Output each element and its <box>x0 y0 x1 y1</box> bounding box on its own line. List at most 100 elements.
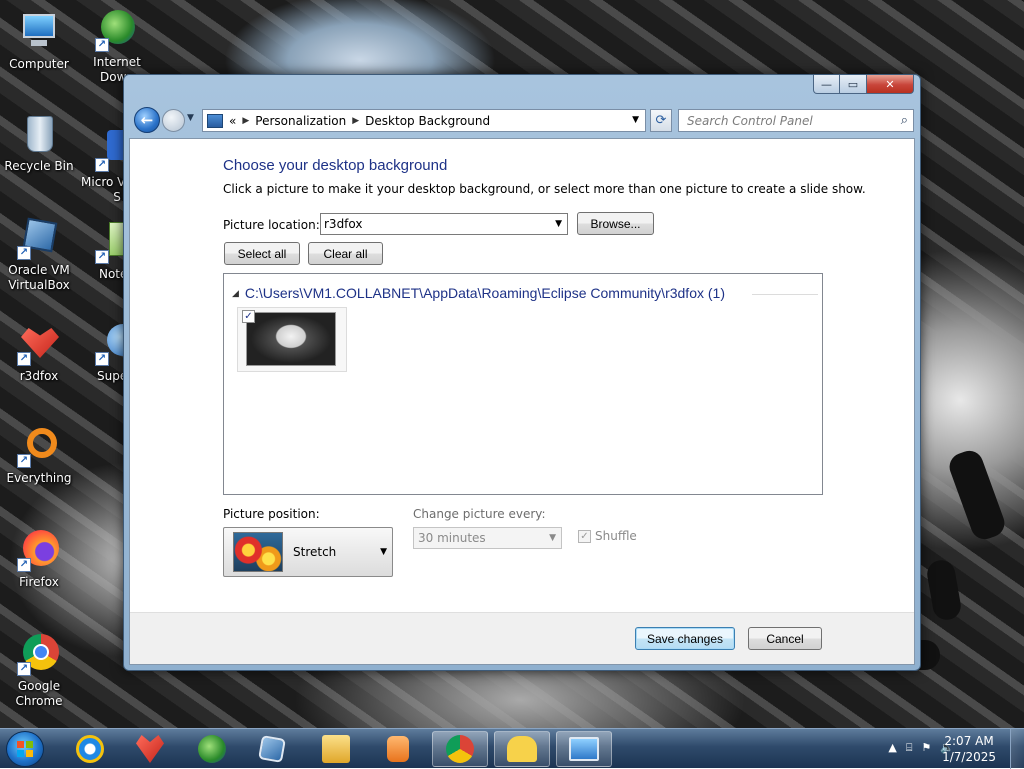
virtualbox-icon: ↗ <box>17 216 61 260</box>
shortcut-arrow-icon: ↗ <box>17 352 31 366</box>
control-panel-icon <box>569 737 599 761</box>
minimize-button[interactable]: — <box>813 75 840 94</box>
network-icon[interactable]: ⌸ <box>906 741 913 755</box>
change-picture-label: Change picture every: <box>413 507 546 521</box>
shortcut-arrow-icon: ↗ <box>95 352 109 366</box>
internet-explorer-icon <box>76 735 104 763</box>
shortcut-arrow-icon: ↗ <box>17 662 31 676</box>
r3dfox-icon: ↗ <box>17 322 61 366</box>
shortcut-arrow-icon: ↗ <box>17 246 31 260</box>
tray-expand-icon[interactable]: ▲ <box>888 741 896 755</box>
cancel-button[interactable]: Cancel <box>748 627 822 650</box>
desktop-icon-r3dfox[interactable]: ↗ r3dfox <box>0 322 78 384</box>
taskbar-media-player[interactable] <box>370 731 426 767</box>
picture-group-path: C:\Users\VM1.COLLABNET\AppData\Roaming\E… <box>244 285 725 301</box>
change-interval-select[interactable]: 30 minutes ▼ <box>413 527 562 549</box>
computer-icon <box>17 10 61 54</box>
shuffle-label: Shuffle <box>595 529 637 543</box>
taskbar-clock[interactable]: 2:07 AM 1/7/2025 <box>942 733 996 765</box>
taskbar-file-explorer[interactable] <box>308 731 364 767</box>
close-button[interactable]: ✕ <box>867 75 914 94</box>
picture-location-value: r3dfox <box>324 217 363 231</box>
shortcut-arrow-icon: ↗ <box>95 158 109 172</box>
picture-position-value: Stretch <box>293 545 337 559</box>
breadcrumb-personalization[interactable]: Personalization <box>255 114 346 128</box>
wallpaper-stroke <box>925 558 963 622</box>
save-changes-button[interactable]: Save changes <box>635 627 735 650</box>
taskbar-chrome[interactable] <box>432 731 488 767</box>
file-explorer-icon <box>322 735 350 763</box>
address-history-dropdown[interactable]: ▼ <box>632 115 639 125</box>
search-icon[interactable]: ⌕ <box>901 113 908 128</box>
desktop-icon-chrome[interactable]: ↗ Google Chrome <box>0 632 78 709</box>
taskbar-internet-download-manager[interactable] <box>184 731 240 767</box>
collapse-chevron-icon[interactable]: ◢ <box>232 288 239 299</box>
picture-position-label: Picture position: <box>223 507 320 521</box>
change-interval-value: 30 minutes <box>418 531 486 545</box>
back-button[interactable]: ← <box>134 107 160 133</box>
chrome-icon <box>446 735 474 763</box>
refresh-button[interactable]: ⟳ <box>650 109 672 132</box>
browse-button[interactable]: Browse... <box>577 212 654 235</box>
internet-download-manager-icon <box>198 735 226 763</box>
media-player-icon <box>387 736 409 762</box>
desktop-icon-recycle-bin[interactable]: Recycle Bin <box>0 112 78 174</box>
taskbar-internet-explorer[interactable] <box>62 731 118 767</box>
address-bar[interactable]: « ▶ Personalization ▶ Desktop Background… <box>202 109 646 132</box>
arrow-left-icon: ← <box>140 111 154 129</box>
chevron-right-icon[interactable]: ▶ <box>242 116 249 126</box>
chevron-down-icon: ▼ <box>549 533 556 543</box>
chevron-right-icon[interactable]: ▶ <box>352 116 359 126</box>
shuffle-checkbox[interactable]: ✓ Shuffle <box>578 529 637 543</box>
taskbar-r3dfox[interactable] <box>122 731 178 767</box>
shortcut-arrow-icon: ↗ <box>17 558 31 572</box>
recycle-bin-icon <box>17 112 61 156</box>
desktop-icon-label: Computer <box>9 57 69 71</box>
sticky-notes-icon <box>507 736 537 762</box>
show-desktop-button[interactable] <box>1010 729 1024 769</box>
group-divider <box>752 294 818 295</box>
action-center-flag-icon[interactable]: ⚑ <box>921 741 931 755</box>
desktop-icon-everything[interactable]: ↗ Everything <box>0 424 78 486</box>
desktop-icon-label: Google Chrome <box>15 679 63 708</box>
page-description: Click a picture to make it your desktop … <box>223 182 866 196</box>
desktop-background-window: — ▭ ✕ ← ▼ « ▶ Personalization ▶ Desktop … <box>123 74 921 671</box>
desktop-icon-virtualbox[interactable]: ↗ Oracle VM VirtualBox <box>0 216 78 293</box>
chevron-down-icon: ▼ <box>380 547 387 557</box>
windows-logo-icon <box>17 741 33 757</box>
breadcrumb-desktop-background[interactable]: Desktop Background <box>365 114 490 128</box>
desktop-icon-firefox[interactable]: ↗ Firefox <box>0 528 78 590</box>
chrome-icon: ↗ <box>17 632 61 676</box>
desktop-icon-label: Firefox <box>19 575 59 589</box>
control-panel-icon <box>207 113 223 128</box>
maximize-button[interactable]: ▭ <box>840 75 867 94</box>
chevron-down-icon: ▼ <box>555 219 562 229</box>
taskbar: ▲ ⌸ ⚑ 🔈 2:07 AM 1/7/2025 <box>0 728 1024 769</box>
content-pane: Choose your desktop background Click a p… <box>129 138 915 665</box>
desktop-icon-computer[interactable]: Computer <box>0 10 78 72</box>
search-input[interactable]: Search Control Panel ⌕ <box>678 109 914 132</box>
virtualbox-icon <box>258 735 286 763</box>
navigation-bar: ← ▼ « ▶ Personalization ▶ Desktop Backgr… <box>132 105 914 135</box>
picture-thumbnail[interactable]: ✓ <box>237 307 347 372</box>
select-all-button[interactable]: Select all <box>224 242 300 265</box>
shortcut-arrow-icon: ↗ <box>95 250 109 264</box>
picture-group-header[interactable]: ◢ C:\Users\VM1.COLLABNET\AppData\Roaming… <box>232 285 725 301</box>
start-button[interactable] <box>6 731 44 767</box>
taskbar-virtualbox[interactable] <box>244 731 300 767</box>
recent-pages-dropdown[interactable]: ▼ <box>187 113 194 123</box>
page-title: Choose your desktop background <box>223 157 448 174</box>
picture-location-select[interactable]: r3dfox ▼ <box>320 213 568 235</box>
taskbar-control-panel[interactable] <box>556 731 612 767</box>
everything-icon: ↗ <box>17 424 61 468</box>
picture-list[interactable]: ◢ C:\Users\VM1.COLLABNET\AppData\Roaming… <box>223 273 823 495</box>
thumbnail-checkbox[interactable]: ✓ <box>242 310 255 323</box>
shortcut-arrow-icon: ↗ <box>95 38 109 52</box>
taskbar-sticky-notes[interactable] <box>494 731 550 767</box>
picture-position-select[interactable]: Stretch ▼ <box>223 527 393 577</box>
search-placeholder: Search Control Panel <box>687 113 813 128</box>
dialog-footer: Save changes Cancel <box>130 612 914 664</box>
clear-all-button[interactable]: Clear all <box>308 242 383 265</box>
forward-button[interactable] <box>162 109 185 132</box>
breadcrumb-overflow[interactable]: « <box>229 114 236 128</box>
